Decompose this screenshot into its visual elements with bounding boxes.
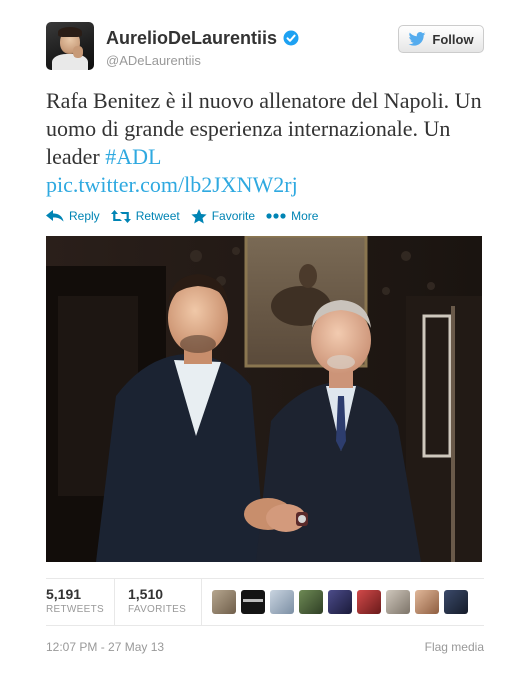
star-icon <box>191 208 207 223</box>
reply-arrow-icon <box>46 210 64 222</box>
more-button[interactable]: More <box>266 209 318 223</box>
favorite-button[interactable]: Favorite <box>191 208 256 224</box>
follow-button[interactable]: Follow <box>398 25 484 53</box>
favoriter-avatar[interactable] <box>386 590 410 614</box>
favoriter-avatar[interactable] <box>241 590 265 614</box>
favorites-count: 1,510 <box>128 586 164 602</box>
flag-media-link[interactable]: Flag media <box>425 640 484 654</box>
favoriter-avatar[interactable] <box>270 590 294 614</box>
follow-label: Follow <box>432 31 474 47</box>
user-handle[interactable]: @ADeLaurentiis <box>106 53 201 68</box>
favoriter-avatar[interactable] <box>415 590 439 614</box>
retweets-label: RETWEETS <box>46 604 104 615</box>
profile-avatar[interactable] <box>46 22 94 70</box>
retweet-icon <box>110 209 131 223</box>
tweet-header: AurelioDeLaurentiis @ADeLaurentiis Follo… <box>46 22 486 72</box>
retweet-label: Retweet <box>135 209 180 223</box>
favorite-label: Favorite <box>211 209 256 223</box>
twitter-bird-icon <box>409 32 426 46</box>
favoriter-avatar[interactable] <box>299 590 323 614</box>
tweet-timestamp[interactable]: 12:07 PM - 27 May 13 <box>46 640 164 654</box>
display-name[interactable]: AurelioDeLaurentiis <box>106 28 277 49</box>
retweets-count: 5,191 <box>46 586 82 602</box>
favoriter-avatar[interactable] <box>212 590 236 614</box>
favorites-label: FAVORITES <box>128 604 187 615</box>
favoriter-avatar[interactable] <box>328 590 352 614</box>
tweet-actions: Reply Retweet Favorite More <box>46 206 329 226</box>
stat-divider <box>201 579 202 625</box>
tweet-stats: 5,191 RETWEETS 1,510 FAVORITES <box>46 578 484 626</box>
photo-two-men-handshake <box>46 236 482 562</box>
tweet-text: Rafa Benitez è il nuovo allenatore del N… <box>46 87 486 199</box>
more-label: More <box>291 209 319 223</box>
stat-divider <box>114 579 115 625</box>
retweet-button[interactable]: Retweet <box>110 209 180 223</box>
favoriter-avatar[interactable] <box>357 590 381 614</box>
favoriter-avatar[interactable] <box>444 590 468 614</box>
favoriters-avatars <box>212 590 468 614</box>
ellipsis-icon <box>266 213 286 219</box>
tweet-photo[interactable] <box>46 236 482 562</box>
favorites-stat[interactable]: 1,510 FAVORITES <box>128 586 186 615</box>
retweets-stat[interactable]: 5,191 RETWEETS <box>46 586 104 615</box>
verified-badge-icon <box>283 30 299 46</box>
media-link[interactable]: pic.twitter.com/lb2JXNW2rj <box>46 172 298 197</box>
hashtag-link[interactable]: #ADL <box>105 144 161 169</box>
reply-button[interactable]: Reply <box>46 209 100 223</box>
reply-label: Reply <box>69 209 100 223</box>
